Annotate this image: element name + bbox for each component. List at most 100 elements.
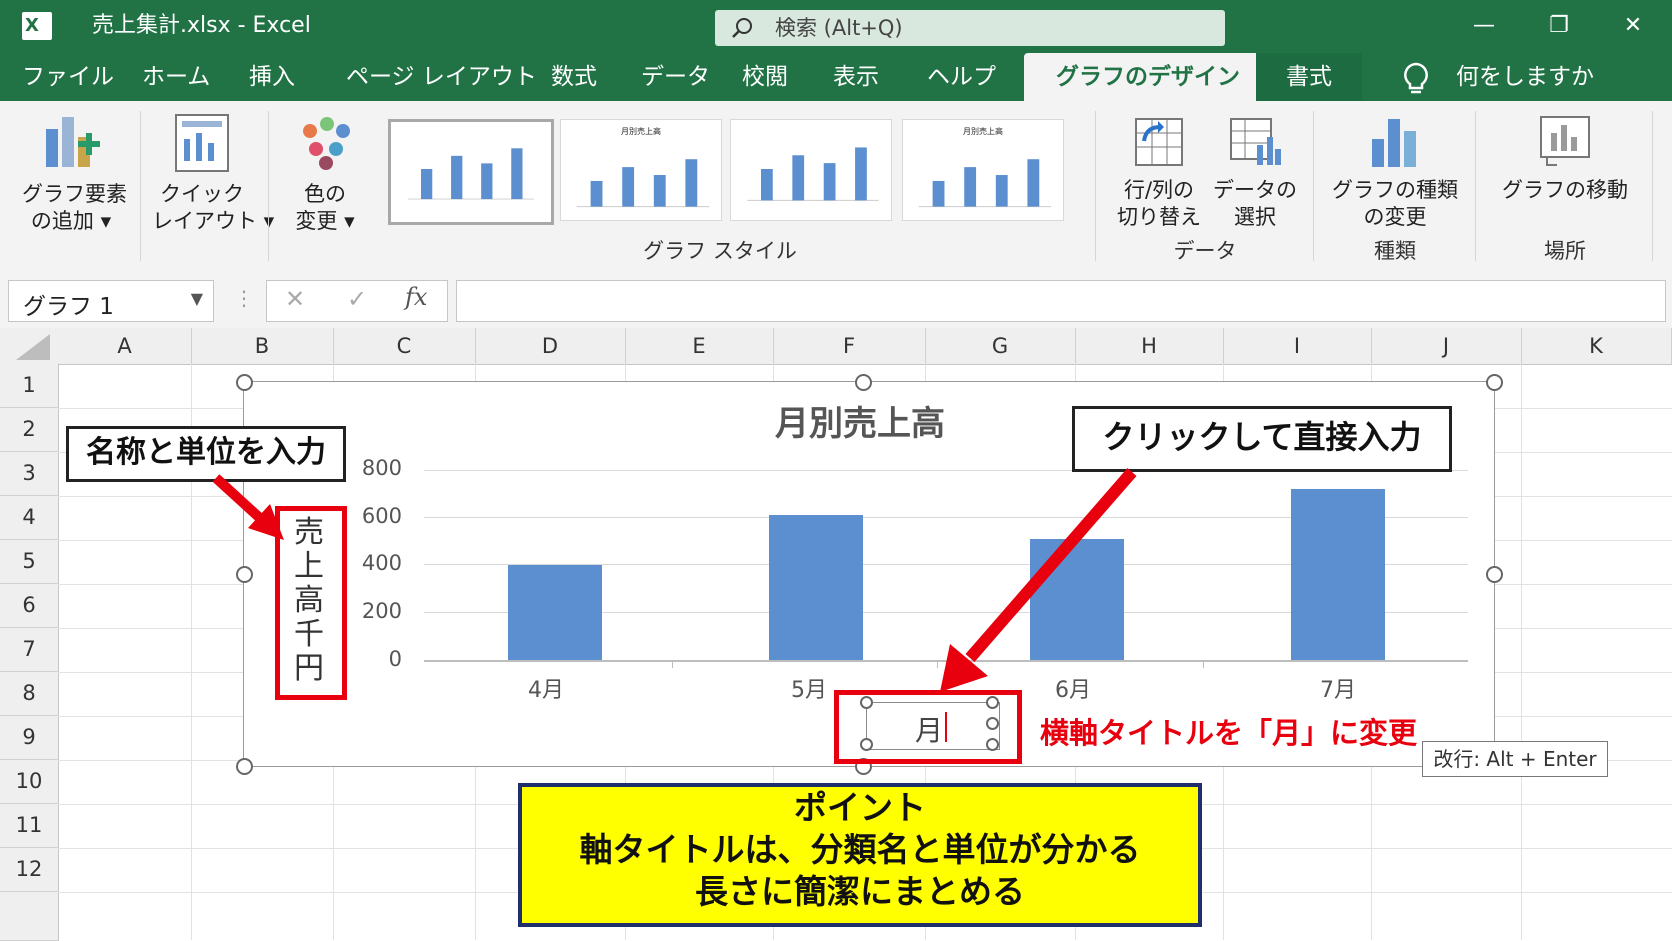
tab-help[interactable]: ヘルプ [927, 53, 996, 101]
point-line-1: 軸タイトルは、分類名と単位が分かる [579, 830, 1141, 869]
close-button[interactable]: ✕ [1610, 6, 1656, 46]
enter-icon[interactable]: ✓ [347, 285, 367, 313]
column-header-b[interactable]: B [191, 328, 334, 364]
x-axis-title[interactable]: 月 [866, 702, 1000, 750]
x-axis-change-note: 横軸タイトルを「月」に変更 [1040, 716, 1418, 750]
add-chart-element-icon [46, 117, 100, 167]
row-header-5[interactable]: 5 [0, 540, 59, 584]
row-header-6[interactable]: 6 [0, 584, 59, 628]
tab-file[interactable]: ファイル [22, 53, 114, 101]
resize-handle[interactable] [986, 738, 999, 751]
switch-row-column-label-1: 行/列の [1123, 178, 1195, 202]
tab-chart-design[interactable]: グラフのデザイン [1024, 53, 1272, 101]
row-header-10[interactable]: 10 [0, 760, 59, 804]
chart-style-thumbnail-4[interactable]: 月別売上高 [902, 119, 1064, 221]
select-data-button[interactable]: データの 選択 [1210, 105, 1300, 231]
row-header-4[interactable]: 4 [0, 496, 59, 540]
type-group-label: 種類 [1374, 239, 1416, 263]
row-header-7[interactable]: 7 [0, 628, 59, 672]
cancel-icon[interactable]: ✕ [285, 285, 305, 313]
tab-review[interactable]: 校閲 [742, 53, 788, 101]
x-axis-tick [937, 660, 938, 668]
bar-7月[interactable] [1290, 489, 1385, 660]
resize-handle[interactable] [986, 717, 999, 730]
switch-row-column-button[interactable]: 行/列の 切り替え [1116, 105, 1202, 231]
change-colors-label-2: 変更 ▾ [295, 209, 355, 233]
tab-home[interactable]: ホーム [142, 53, 210, 101]
ribbon: グラフ要素 の追加 ▾ クイック レイアウト ▾ 色の 変更 ▾ 月別売上高 月… [0, 101, 1672, 269]
tab-page-layout[interactable]: ページ レイアウト [346, 53, 537, 101]
row-header-2[interactable]: 2 [0, 408, 59, 452]
resize-handle[interactable] [860, 738, 873, 751]
column-header-j[interactable]: J [1371, 328, 1522, 364]
switch-row-column-label-2: 切り替え [1117, 205, 1201, 229]
x-tick-label: 4月 [528, 678, 564, 703]
column-header-e[interactable]: E [625, 328, 774, 364]
resize-handle[interactable] [1486, 566, 1503, 583]
chart-style-preview [747, 147, 879, 201]
column-header-a[interactable]: A [58, 328, 192, 364]
row-header-3[interactable]: 3 [0, 452, 59, 496]
point-box: ポイント 軸タイトルは、分類名と単位が分かる 長さに簡潔にまとめる [518, 783, 1202, 927]
bar-6月[interactable] [1029, 538, 1124, 660]
tab-insert[interactable]: 挿入 [249, 53, 295, 101]
ribbon-separator [140, 111, 141, 261]
restore-button[interactable]: ❐ [1536, 6, 1582, 46]
row-header-9[interactable]: 9 [0, 716, 59, 760]
tab-format[interactable]: 書式 [1256, 53, 1362, 101]
resize-handle[interactable] [855, 374, 872, 391]
thumb-title: 月別売上高 [963, 127, 1003, 136]
tell-me-input[interactable]: 何をしますか [1456, 53, 1594, 101]
column-header-h[interactable]: H [1075, 328, 1224, 364]
column-header-i[interactable]: I [1223, 328, 1372, 364]
add-chart-element-button[interactable]: グラフ要素 の追加 ▾ [22, 105, 127, 235]
tab-formulas[interactable]: 数式 [551, 53, 597, 101]
row-header-1[interactable]: 1 [0, 364, 59, 408]
column-header-d[interactable]: D [475, 328, 626, 364]
formula-bar-splitter[interactable]: ⋮ [234, 286, 254, 310]
chevron-down-icon[interactable]: ▼ [191, 289, 203, 308]
quick-layout-button[interactable]: クイック レイアウト ▾ [152, 105, 274, 235]
tab-view[interactable]: 表示 [833, 53, 879, 101]
chart-style-thumbnail-1[interactable] [388, 119, 554, 225]
resize-handle[interactable] [236, 374, 253, 391]
move-chart-icon [1540, 116, 1590, 166]
move-chart-button[interactable]: グラフの移動 [1498, 105, 1632, 204]
bar-4月[interactable] [507, 565, 602, 660]
tab-data[interactable]: データ [641, 53, 710, 101]
row-header-12[interactable]: 12 [0, 848, 59, 892]
insert-function-icon[interactable]: fx [405, 283, 427, 311]
row-header-11[interactable]: 11 [0, 804, 59, 848]
column-header-f[interactable]: F [773, 328, 926, 364]
select-all-icon[interactable] [16, 334, 50, 360]
add-chart-element-label-2: の追加 ▾ [30, 209, 112, 233]
x-axis-line [424, 660, 1468, 662]
quick-layout-label-1: クイック [160, 182, 244, 206]
row-header-blank [0, 892, 59, 941]
y-axis-title-char: 円 [294, 651, 324, 686]
ribbon-separator [1652, 111, 1653, 261]
column-header-c[interactable]: C [333, 328, 476, 364]
column-header-k[interactable]: K [1521, 328, 1672, 364]
search-input[interactable]: 検索 (Alt+Q) [715, 10, 1225, 46]
change-colors-button[interactable]: 色の 変更 ▾ [282, 105, 368, 235]
resize-handle[interactable] [236, 758, 253, 775]
row-header-8[interactable]: 8 [0, 672, 59, 716]
chart-title[interactable]: 月別売上高 [700, 396, 1020, 445]
formula-buttons: ✕ ✓ fx [266, 280, 448, 322]
bar-5月[interactable] [768, 515, 863, 660]
chart-style-preview [576, 159, 710, 208]
resize-handle[interactable] [860, 696, 873, 709]
minimize-button[interactable]: — [1461, 6, 1507, 46]
resize-handle[interactable] [236, 566, 253, 583]
search-icon [732, 18, 752, 38]
chart-style-thumbnail-3[interactable] [730, 119, 892, 221]
y-axis-title[interactable]: 売 上 高 千 円 [283, 516, 335, 686]
formula-input[interactable] [456, 280, 1666, 322]
chart-style-thumbnail-2[interactable]: 月別売上高 [560, 119, 722, 221]
change-chart-type-button[interactable]: グラフの種類 の変更 [1330, 105, 1460, 231]
resize-handle[interactable] [986, 696, 999, 709]
name-box[interactable]: グラフ 1 ▼ [8, 280, 214, 322]
column-header-g[interactable]: G [925, 328, 1076, 364]
resize-handle[interactable] [1486, 374, 1503, 391]
